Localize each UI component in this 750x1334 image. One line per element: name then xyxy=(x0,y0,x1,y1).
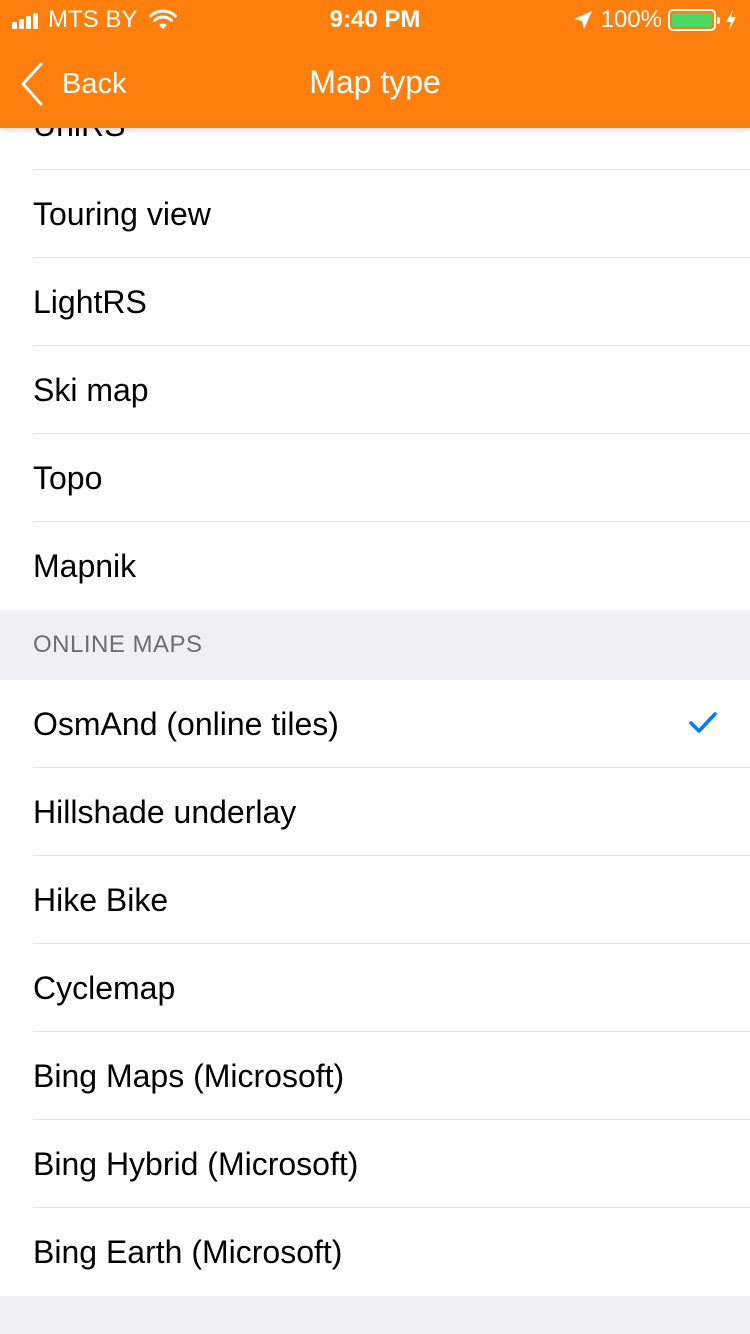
checkmark-icon xyxy=(689,712,717,733)
map-type-label: Cyclemap xyxy=(33,969,176,1006)
map-type-label: Bing Maps (Microsoft) xyxy=(33,1057,345,1094)
map-type-item-lightrs[interactable]: LightRS xyxy=(0,258,750,346)
map-type-label: LightRS xyxy=(33,283,147,320)
status-bar: MTS BY 9:40 PM 100% xyxy=(0,0,750,40)
map-type-label: Topo xyxy=(33,459,103,496)
map-type-label: Bing Hybrid (Microsoft) xyxy=(33,1145,359,1182)
map-type-item-hillshade-underlay[interactable]: Hillshade underlay xyxy=(0,768,750,856)
status-right: 100% xyxy=(573,6,738,34)
map-type-item-ski-map[interactable]: Ski map xyxy=(0,346,750,434)
map-type-label: Bing Earth (Microsoft) xyxy=(33,1233,343,1270)
map-type-label: Mapnik xyxy=(33,547,137,584)
map-type-item-cyclemap[interactable]: Cyclemap xyxy=(0,944,750,1032)
screen: UniRS Touring view LightRS Ski map Topo … xyxy=(0,0,750,1334)
map-type-item-touring-view[interactable]: Touring view xyxy=(0,170,750,258)
map-type-item-topo[interactable]: Topo xyxy=(0,434,750,522)
section-header-online-maps: ONLINE MAPS xyxy=(0,610,750,680)
map-type-list: UniRS Touring view LightRS Ski map Topo … xyxy=(0,100,750,1296)
location-arrow-icon xyxy=(573,11,592,29)
navigation-bar: Back Map type xyxy=(0,40,750,128)
offline-maps-group: UniRS Touring view LightRS Ski map Topo … xyxy=(0,100,750,610)
map-type-label: OsmAnd (online tiles) xyxy=(33,705,339,742)
map-type-label: Touring view xyxy=(33,195,211,232)
map-type-label: Ski map xyxy=(33,371,149,408)
map-type-item-bing-maps[interactable]: Bing Maps (Microsoft) xyxy=(0,1032,750,1120)
battery-percentage: 100% xyxy=(600,6,662,33)
app-header: MTS BY 9:40 PM 100% Back Map type xyxy=(0,0,750,128)
map-type-label: Hike Bike xyxy=(33,881,169,918)
map-type-label: Hillshade underlay xyxy=(33,793,297,830)
map-type-item-hike-bike[interactable]: Hike Bike xyxy=(0,856,750,944)
map-type-item-mapnik[interactable]: Mapnik xyxy=(0,522,750,610)
map-type-item-osmand-online-tiles[interactable]: OsmAnd (online tiles) xyxy=(0,680,750,768)
online-maps-group: OsmAnd (online tiles) Hillshade underlay… xyxy=(0,680,750,1296)
charging-bolt-icon xyxy=(726,10,736,30)
map-type-item-bing-earth[interactable]: Bing Earth (Microsoft) xyxy=(0,1208,750,1296)
battery-icon xyxy=(668,9,720,31)
page-title: Map type xyxy=(309,64,441,100)
map-type-item-bing-hybrid[interactable]: Bing Hybrid (Microsoft) xyxy=(0,1120,750,1208)
